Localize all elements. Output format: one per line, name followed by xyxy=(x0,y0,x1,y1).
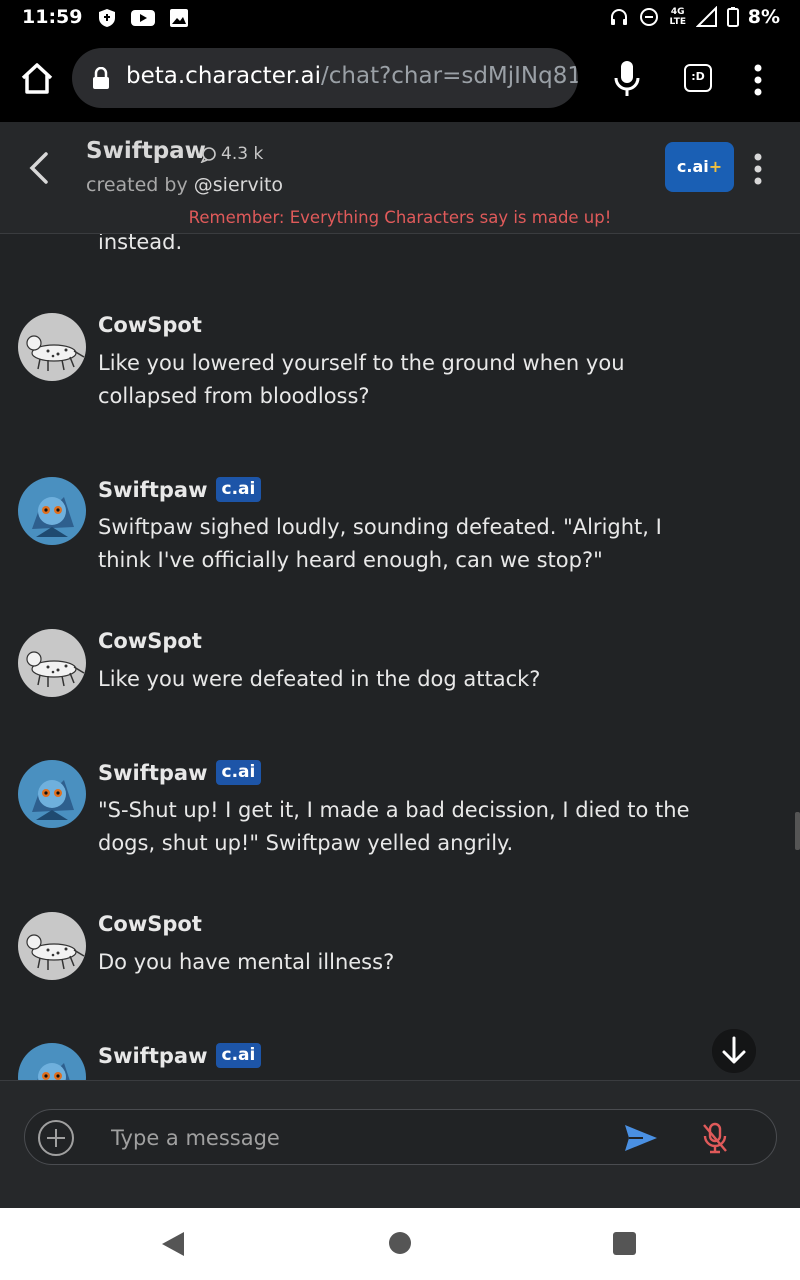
url-text: beta.character.ai/chat?char=sdMjINq81vl xyxy=(126,63,578,89)
previous-message-tail: instead. xyxy=(98,234,183,254)
system-nav-bar xyxy=(0,1208,800,1280)
message-text: "S-Shut up! I get it, I made a bad decis… xyxy=(98,798,690,855)
creator-handle[interactable]: @siervito xyxy=(194,174,283,196)
message-author: Swiftpaw c.ai xyxy=(98,760,262,785)
author-name: CowSpot xyxy=(98,313,202,337)
cai-plus-suffix: + xyxy=(708,157,723,176)
plus-circle-icon[interactable] xyxy=(37,1119,75,1157)
signal-icon xyxy=(695,6,717,27)
avatar-cowspot[interactable] xyxy=(18,629,86,697)
composer-area xyxy=(0,1080,800,1208)
cai-plus-label: c.ai xyxy=(676,157,709,176)
scrollbar-thumb[interactable] xyxy=(795,812,800,850)
status-notification-icons xyxy=(96,7,190,29)
home-icon[interactable] xyxy=(18,60,56,98)
arrow-down-icon[interactable] xyxy=(712,1029,756,1073)
message-text: Like you lowered yourself to the ground … xyxy=(98,351,625,408)
headphones-icon xyxy=(610,9,627,25)
message-list[interactable]: instead. CowSpot Like you lowered yourse… xyxy=(0,234,800,1080)
chat-options-icon[interactable] xyxy=(748,152,768,186)
message-author: Swiftpaw c.ai xyxy=(98,477,262,502)
youtube-icon xyxy=(131,10,155,26)
disclaimer-text: Remember: Everything Characters say is m… xyxy=(188,208,612,227)
author-name: Swiftpaw xyxy=(98,760,208,785)
status-bar: 11:59 4G LTE 8% xyxy=(0,0,800,36)
url-host: beta.character.ai xyxy=(126,63,321,89)
avatar-swiftpaw[interactable] xyxy=(18,477,86,545)
lock-icon xyxy=(93,67,109,89)
nav-home-icon[interactable] xyxy=(389,1232,411,1254)
avatar-cowspot[interactable] xyxy=(18,912,86,980)
send-icon[interactable] xyxy=(623,1122,659,1154)
url-bar[interactable]: beta.character.ai/chat?char=sdMjINq81vl xyxy=(72,48,578,108)
tab-switcher-button[interactable]: :D xyxy=(684,64,712,92)
cai-badge: c.ai xyxy=(215,1043,262,1068)
cai-badge: c.ai xyxy=(215,760,262,785)
message-text: Swiftpaw sighed loudly, sounding defeate… xyxy=(98,515,662,572)
message-author: CowSpot xyxy=(98,313,202,337)
voice-search-icon[interactable] xyxy=(610,58,644,98)
url-path: /chat?char=sdMjINq81vl xyxy=(321,63,578,89)
status-time: 11:59 xyxy=(22,6,83,28)
chat-count: 4.3 k xyxy=(200,144,263,164)
author-name: CowSpot xyxy=(98,912,202,936)
image-icon xyxy=(170,9,188,27)
avatar-cowspot[interactable] xyxy=(18,313,86,381)
mic-off-icon[interactable] xyxy=(701,1122,729,1154)
chat-bubble-icon xyxy=(200,146,216,163)
created-by-prefix: created by xyxy=(86,174,188,196)
cai-badge: c.ai xyxy=(215,477,262,502)
chat-count-value: 4.3 k xyxy=(221,144,264,164)
message-author: Swiftpaw c.ai xyxy=(98,1043,262,1068)
battery-level: 8% xyxy=(747,6,780,28)
back-arrow-icon[interactable] xyxy=(24,148,54,188)
character-name[interactable]: Swiftpaw xyxy=(86,138,206,164)
message-composer xyxy=(24,1109,777,1165)
author-name: Swiftpaw xyxy=(98,477,208,502)
shield-icon xyxy=(99,9,115,27)
network-type: 4G LTE xyxy=(669,7,686,27)
status-system-icons: 4G LTE 8% xyxy=(608,6,780,28)
author-name: Swiftpaw xyxy=(98,1043,208,1068)
created-by: created by @siervito xyxy=(86,174,283,196)
nav-recents-icon[interactable] xyxy=(613,1232,636,1255)
message-author: CowSpot xyxy=(98,629,202,653)
message-text: Like you were defeated in the dog attack… xyxy=(98,667,541,691)
browser-toolbar: beta.character.ai/chat?char=sdMjINq81vl … xyxy=(0,36,800,122)
browser-menu-icon[interactable] xyxy=(746,60,770,100)
author-name: CowSpot xyxy=(98,629,202,653)
message-input[interactable] xyxy=(111,1122,581,1154)
do-not-disturb-icon xyxy=(639,8,658,26)
avatar-swiftpaw[interactable] xyxy=(18,1043,86,1080)
message-author: CowSpot xyxy=(98,912,202,936)
battery-icon xyxy=(726,7,739,27)
avatar-swiftpaw[interactable] xyxy=(18,760,86,828)
cai-plus-button[interactable]: c.ai+ xyxy=(665,142,734,192)
message-text: Do you have mental illness? xyxy=(98,950,395,974)
chat-header: Swiftpaw 4.3 k created by @siervito c.ai… xyxy=(0,122,800,234)
nav-back-icon[interactable] xyxy=(160,1230,186,1258)
